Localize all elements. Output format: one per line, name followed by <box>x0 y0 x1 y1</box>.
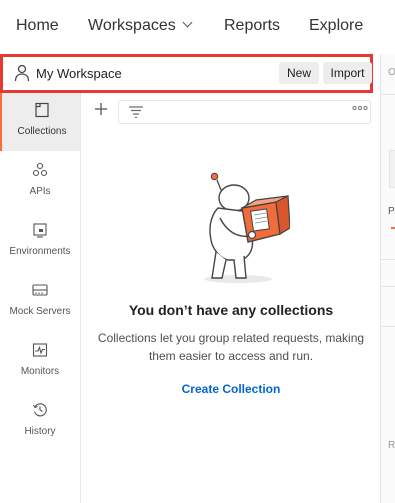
right-panel-tab[interactable] <box>389 150 395 188</box>
new-button[interactable]: New <box>279 62 319 84</box>
monitors-icon <box>32 343 48 357</box>
right-panel-fragment: R <box>388 440 395 451</box>
sidebar-item-label: Monitors <box>20 366 60 377</box>
sidebar-item-collections[interactable]: Collections <box>0 93 80 151</box>
workspace-header: My Workspace New Import <box>0 54 373 93</box>
astronaut-illustration <box>204 172 290 283</box>
mock-servers-icon <box>32 284 48 296</box>
sidebar-item-apis[interactable]: APIs <box>0 153 80 211</box>
nav-home[interactable]: Home <box>16 17 59 35</box>
right-panel-edge: O P R <box>380 54 395 503</box>
sidebar-item-mock-servers[interactable]: Mock Servers <box>0 273 80 331</box>
empty-state-title: You don’t have any collections <box>128 302 334 318</box>
nav-workspaces-label: Workspaces <box>88 17 176 34</box>
filter-icon <box>129 106 143 118</box>
nav-reports[interactable]: Reports <box>224 17 280 35</box>
filter-input[interactable] <box>118 100 371 124</box>
active-tab-indicator <box>391 227 395 229</box>
more-options-icon[interactable] <box>352 105 368 111</box>
sidebar-item-label: APIs <box>29 186 51 197</box>
nav-explore[interactable]: Explore <box>309 17 363 35</box>
divider <box>381 94 395 95</box>
plus-icon[interactable] <box>93 101 109 117</box>
create-collection-link[interactable]: Create Collection <box>81 382 381 396</box>
divider <box>381 259 395 260</box>
sidebar-item-label: History <box>24 426 56 437</box>
sidebar-item-label: Environments <box>9 246 71 257</box>
collections-icon <box>35 102 49 118</box>
sidebar-item-history[interactable]: History <box>0 393 80 451</box>
import-button[interactable]: Import <box>323 62 372 84</box>
sidebar-item-label: Mock Servers <box>9 306 71 317</box>
divider <box>381 286 395 287</box>
right-panel-fragment: O <box>388 67 395 78</box>
history-icon <box>33 403 47 417</box>
sidebar-item-monitors[interactable]: Monitors <box>0 333 80 391</box>
workspace-title[interactable]: My Workspace <box>36 66 122 81</box>
sidebar: Collections APIs Environments Mock Serve… <box>0 93 81 503</box>
divider <box>381 326 395 327</box>
right-panel-fragment: P <box>388 206 395 217</box>
user-icon <box>14 64 30 82</box>
nav-workspaces[interactable]: Workspaces <box>88 17 193 35</box>
environments-icon <box>33 223 47 238</box>
apis-icon <box>32 162 48 177</box>
sidebar-item-label: Collections <box>17 126 67 137</box>
empty-state-description: Collections let you group related reques… <box>97 331 365 363</box>
top-nav: Home Workspaces Reports Explore <box>0 0 395 54</box>
chevron-down-icon <box>182 17 193 28</box>
sidebar-item-environments[interactable]: Environments <box>0 213 80 271</box>
